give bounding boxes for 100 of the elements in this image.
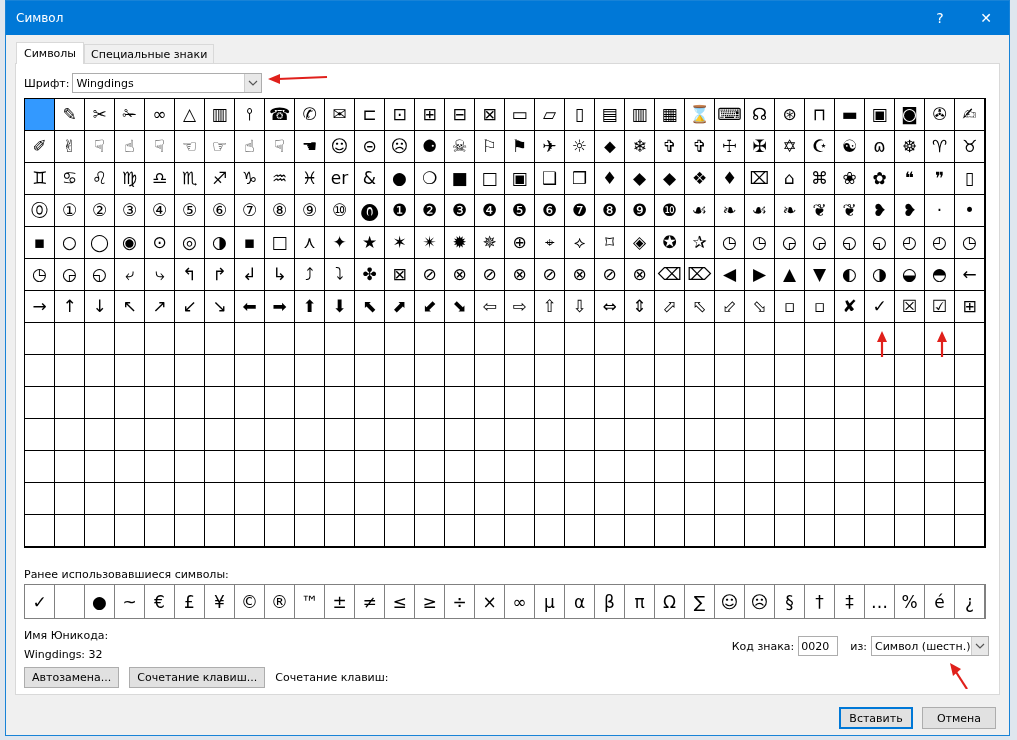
symbol-cell[interactable]: ◶ xyxy=(775,227,805,259)
symbol-cell[interactable]: ❍ xyxy=(415,163,445,195)
symbol-cell[interactable]: ◷ xyxy=(955,227,985,259)
symbol-cell[interactable]: ◯ xyxy=(85,227,115,259)
symbol-cell[interactable]: ↲ xyxy=(235,259,265,291)
symbol-cell[interactable]: ③ xyxy=(115,195,145,227)
symbol-cell[interactable]: ⌘ xyxy=(805,163,835,195)
symbol-cell[interactable]: ◓ xyxy=(925,259,955,291)
symbol-cell[interactable]: ❑ xyxy=(535,163,565,195)
symbol-cell[interactable]: ⬉ xyxy=(355,291,385,323)
symbol-cell[interactable]: ◶ xyxy=(805,227,835,259)
symbol-cell[interactable]: ☯ xyxy=(835,131,865,163)
symbol-cell[interactable]: ☟ xyxy=(145,131,175,163)
symbol-cell[interactable]: ▣ xyxy=(505,163,535,195)
symbol-cell[interactable]: ➡ xyxy=(265,291,295,323)
symbol-cell[interactable]: ⚑ xyxy=(505,131,535,163)
symbol-cell[interactable]: ♓ xyxy=(295,163,325,195)
symbol-cell[interactable]: ▥ xyxy=(625,99,655,131)
symbol-cell[interactable]: ☜ xyxy=(175,131,205,163)
tab[interactable]: Символы xyxy=(16,42,85,64)
symbol-cell[interactable]: ▫ xyxy=(775,291,805,323)
symbol-cell[interactable]: ❒ xyxy=(565,163,595,195)
symbol-cell[interactable]: ⊕ xyxy=(505,227,535,259)
symbol-cell[interactable]: ♋ xyxy=(55,163,85,195)
symbol-cell[interactable]: ☸ xyxy=(895,131,925,163)
symbol-cell[interactable]: ✞ xyxy=(685,131,715,163)
symbol-cell[interactable]: ⌧ xyxy=(745,163,775,195)
symbol-cell[interactable]: ɷ xyxy=(865,131,895,163)
symbol-cell[interactable]: ← xyxy=(955,259,985,291)
tab[interactable]: Специальные знаки xyxy=(84,44,215,64)
symbol-cell[interactable]: ⇕ xyxy=(625,291,655,323)
symbol-cell[interactable]: ↘ xyxy=(205,291,235,323)
symbol-cell[interactable]: ❹ xyxy=(475,195,505,227)
dialog-button[interactable]: Отмена xyxy=(922,707,996,729)
symbol-cell[interactable]: ♏ xyxy=(175,163,205,195)
symbol-cell[interactable]: ⓿ xyxy=(355,195,385,227)
symbol-cell[interactable]: ↑ xyxy=(55,291,85,323)
dialog-button[interactable]: Сочетание клавиш... xyxy=(129,667,266,688)
symbol-cell[interactable]: ◵ xyxy=(865,227,895,259)
symbol-cell[interactable]: er xyxy=(325,163,355,195)
symbol-cell[interactable]: ⬋ xyxy=(415,291,445,323)
symbol-cell[interactable]: ❄ xyxy=(625,131,655,163)
symbol-cell[interactable]: ↗ xyxy=(145,291,175,323)
symbol-cell[interactable]: ❝ xyxy=(895,163,925,195)
symbol-cell[interactable]: ∞ xyxy=(145,99,175,131)
symbol-cell[interactable]: ⟡ xyxy=(565,227,595,259)
symbol-cell[interactable]: ◆ xyxy=(625,163,655,195)
symbol-cell[interactable]: ▥ xyxy=(205,99,235,131)
symbol-cell[interactable]: ❷ xyxy=(415,195,445,227)
symbol-cell[interactable]: ◴ xyxy=(925,227,955,259)
symbol-cell[interactable]: ↖ xyxy=(115,291,145,323)
symbol-cell[interactable]: ✆ xyxy=(295,99,325,131)
symbol-cell[interactable]: ⊠ xyxy=(475,99,505,131)
symbol-cell[interactable]: ★ xyxy=(355,227,385,259)
symbol-cell[interactable]: ▶ xyxy=(745,259,775,291)
symbol-cell[interactable]: ⊘ xyxy=(415,259,445,291)
symbol-cell[interactable]: △ xyxy=(175,99,205,131)
symbol-cell[interactable]: ✤ xyxy=(355,259,385,291)
symbol-cell[interactable]: · xyxy=(925,195,955,227)
dialog-button[interactable]: Автозамена... xyxy=(24,667,120,688)
symbol-cell[interactable]: ✠ xyxy=(745,131,775,163)
symbol-cell[interactable]: ▼ xyxy=(805,259,835,291)
symbol-cell[interactable]: ✉ xyxy=(325,99,355,131)
symbol-cell[interactable]: ☝ xyxy=(235,131,265,163)
symbol-cell[interactable]: ◀ xyxy=(715,259,745,291)
symbol-cell[interactable]: ♒ xyxy=(265,163,295,195)
symbol-cell[interactable]: ☞ xyxy=(205,131,235,163)
symbol-cell[interactable]: ▯ xyxy=(955,163,985,195)
symbol-cell[interactable]: ⚐ xyxy=(475,131,505,163)
symbol-cell[interactable]: ④ xyxy=(145,195,175,227)
symbol-cell[interactable]: ✵ xyxy=(475,227,505,259)
symbol-cell[interactable]: ☑ xyxy=(925,291,955,323)
symbol-cell[interactable]: ⊛ xyxy=(775,99,805,131)
symbol-cell[interactable]: ☊ xyxy=(745,99,775,131)
symbol-cell[interactable]: ❿ xyxy=(655,195,685,227)
symbol-cell[interactable]: ☙ xyxy=(685,195,715,227)
symbol-cell[interactable]: ▱ xyxy=(535,99,565,131)
symbol-cell[interactable]: ♉ xyxy=(955,131,985,163)
symbol-cell[interactable]: ♊ xyxy=(25,163,55,195)
symbol-cell[interactable]: ❻ xyxy=(535,195,565,227)
symbol-cell[interactable]: ✦ xyxy=(325,227,355,259)
symbol-cell[interactable]: ◷ xyxy=(25,259,55,291)
symbol-cell[interactable]: ❖ xyxy=(685,163,715,195)
symbol-cell[interactable]: ⤴ xyxy=(295,259,325,291)
symbol-cell[interactable]: ♍ xyxy=(115,163,145,195)
symbol-cell[interactable]: ❞ xyxy=(925,163,955,195)
symbol-cell[interactable]: ✂ xyxy=(85,99,115,131)
symbol-cell[interactable]: ◉ xyxy=(115,227,145,259)
symbol-cell[interactable]: ♑ xyxy=(235,163,265,195)
symbol-cell[interactable]: ▬ xyxy=(835,99,865,131)
symbol-cell[interactable]: ⊞ xyxy=(415,99,445,131)
symbol-cell[interactable]: ⊞ xyxy=(955,291,985,323)
close-button[interactable]: ✕ xyxy=(963,1,1009,35)
symbol-cell[interactable]: ❀ xyxy=(835,163,865,195)
symbol-cell[interactable]: ⇦ xyxy=(475,291,505,323)
symbol-cell[interactable]: ↳ xyxy=(265,259,295,291)
symbol-cell[interactable]: ⊗ xyxy=(625,259,655,291)
symbol-cell[interactable]: ⊟ xyxy=(445,99,475,131)
symbol-cell[interactable]: ❦ xyxy=(805,195,835,227)
symbol-cell[interactable]: ⬥ xyxy=(595,131,625,163)
